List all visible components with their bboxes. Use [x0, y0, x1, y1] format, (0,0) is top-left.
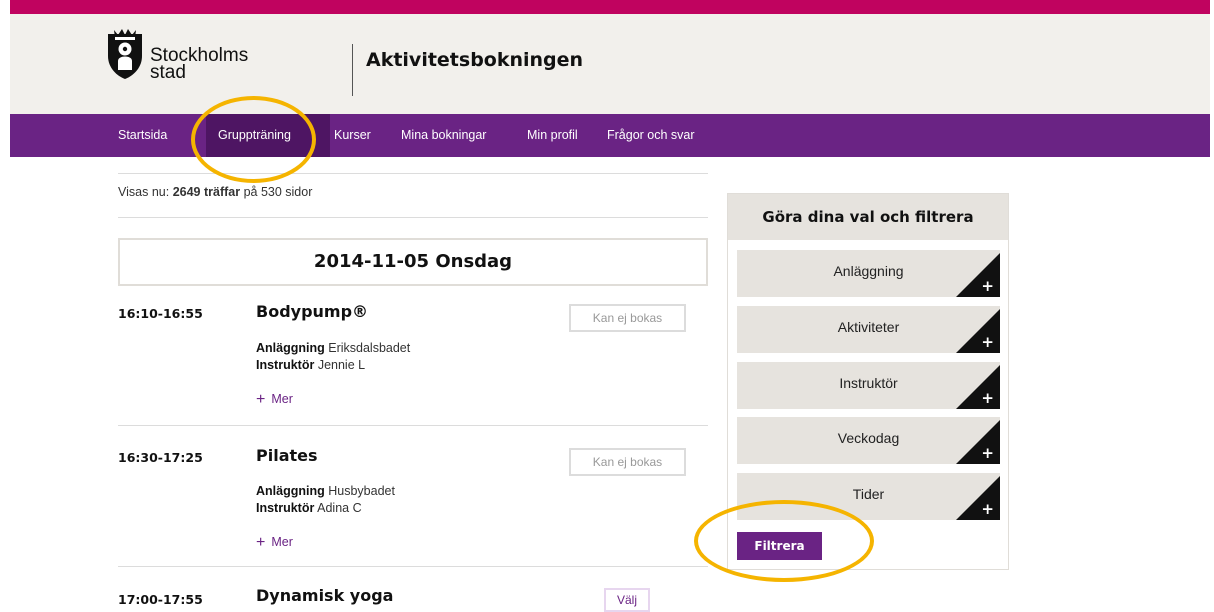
filter-option-tider[interactable]: Tider +: [737, 473, 1000, 520]
activity-name[interactable]: Bodypump®: [256, 302, 368, 321]
more-label: Mer: [271, 535, 293, 549]
plus-icon: +: [256, 391, 266, 408]
cannot-book-button: Kan ej bokas: [569, 304, 686, 332]
divider: [118, 425, 708, 426]
instructor-value: Adina C: [317, 501, 362, 515]
plus-icon: +: [981, 444, 994, 462]
activity-name[interactable]: Dynamisk yoga: [256, 586, 393, 605]
stockholm-crest-logo-icon[interactable]: [106, 28, 144, 84]
logo-line-2: stad: [150, 62, 186, 83]
filter-submit-button[interactable]: Filtrera: [737, 532, 822, 560]
instructor-value: Jennie L: [317, 358, 366, 372]
location-value: Husbybadet: [328, 484, 395, 498]
results-suffix: på 530 sidor: [243, 185, 313, 199]
activity-time: 16:10-16:55: [118, 306, 203, 321]
plus-icon: +: [981, 389, 994, 407]
nav-item-startsida[interactable]: Startsida: [118, 114, 167, 157]
more-link[interactable]: + Mer: [256, 534, 293, 552]
results-prefix: Visas nu:: [118, 185, 170, 199]
activity-details: Anläggning Husbybadet Instruktör Adina C: [256, 483, 395, 517]
nav-item-mina-bokningar[interactable]: Mina bokningar: [401, 114, 486, 157]
filter-panel: Göra dina val och filtrera Anläggning + …: [727, 193, 1009, 570]
activity-time: 16:30-17:25: [118, 450, 203, 465]
more-link[interactable]: + Mer: [256, 391, 293, 409]
cannot-book-button: Kan ej bokas: [569, 448, 686, 476]
logo-wordmark[interactable]: Stockholms stad: [150, 46, 248, 83]
results-summary: Visas nu: 2649 träffar på 530 sidor: [118, 185, 312, 199]
plus-icon: +: [981, 277, 994, 295]
results-count: 2649 träffar: [172, 185, 241, 199]
header-divider: [352, 44, 353, 96]
app-title[interactable]: Aktivitetsbokningen: [366, 49, 583, 71]
filter-option-anlaggning[interactable]: Anläggning +: [737, 250, 1000, 297]
filter-heading: Göra dina val och filtrera: [728, 194, 1008, 240]
filter-option-veckodag[interactable]: Veckodag +: [737, 417, 1000, 464]
nav-item-kurser[interactable]: Kurser: [334, 114, 371, 157]
nav-item-grupptraning[interactable]: Gruppträning: [206, 114, 330, 157]
location-label: Anläggning: [256, 484, 325, 498]
location-value: Eriksdalsbadet: [328, 341, 411, 355]
select-button[interactable]: Välj: [604, 588, 650, 612]
plus-icon: +: [981, 333, 994, 351]
top-accent-bar: [10, 0, 1210, 14]
activity-name[interactable]: Pilates: [256, 446, 318, 465]
main-navigation: Startsida Gruppträning Kurser Mina bokni…: [10, 114, 1210, 157]
plus-icon: +: [256, 534, 266, 551]
nav-item-fragor-och-svar[interactable]: Frågor och svar: [607, 114, 695, 157]
divider: [118, 173, 708, 174]
plus-icon: +: [981, 500, 994, 518]
activity-time: 17:00-17:55: [118, 592, 203, 607]
divider: [118, 217, 708, 218]
date-heading: 2014-11-05 Onsdag: [118, 238, 708, 286]
divider: [118, 566, 708, 567]
nav-item-min-profil[interactable]: Min profil: [527, 114, 578, 157]
filter-option-instruktor[interactable]: Instruktör +: [737, 362, 1000, 409]
activity-details: Anläggning Eriksdalsbadet Instruktör Jen…: [256, 340, 410, 374]
instructor-label: Instruktör: [256, 358, 315, 372]
filter-option-aktiviteter[interactable]: Aktiviteter +: [737, 306, 1000, 353]
location-label: Anläggning: [256, 341, 325, 355]
more-label: Mer: [271, 392, 293, 406]
instructor-label: Instruktör: [256, 501, 315, 515]
